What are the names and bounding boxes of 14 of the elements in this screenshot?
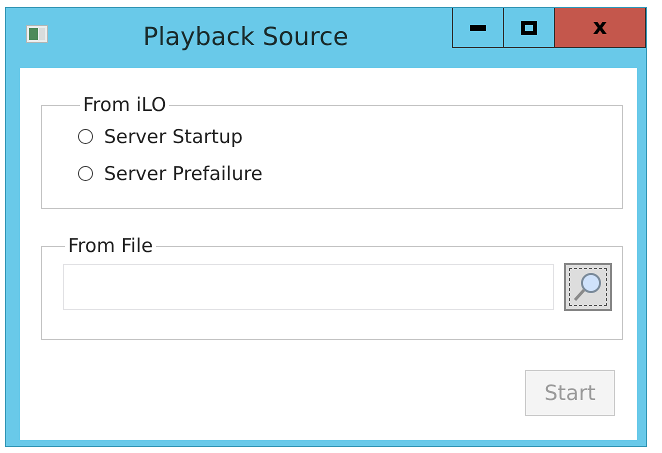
minimize-icon: [470, 24, 486, 30]
window-icon: [26, 25, 48, 43]
radio-button[interactable]: [78, 166, 93, 181]
radio-label[interactable]: Server Startup: [104, 126, 243, 148]
maximize-icon: [521, 20, 537, 34]
close-button[interactable]: x: [554, 8, 646, 48]
radio-button[interactable]: [78, 129, 93, 144]
radio-label[interactable]: Server Prefailure: [104, 162, 263, 184]
browse-button[interactable]: [564, 263, 612, 311]
group-legend: From File: [65, 235, 156, 257]
file-path-field[interactable]: [63, 264, 554, 310]
group-legend: From iLO: [80, 94, 170, 116]
window-title: Playback Source: [143, 22, 348, 51]
minimize-button[interactable]: [452, 8, 504, 48]
